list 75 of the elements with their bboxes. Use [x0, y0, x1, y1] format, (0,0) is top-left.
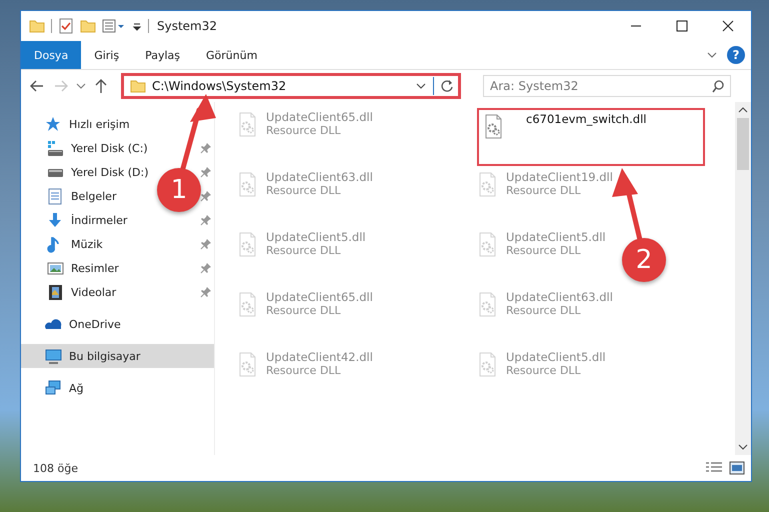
file-gears-icon [239, 112, 256, 137]
checklist-icon[interactable] [58, 18, 74, 34]
file-type: Resource DLL [506, 364, 582, 377]
file-name: UpdateClient5.dll [506, 230, 606, 244]
file-gears-icon [479, 232, 496, 257]
sidebar-item[interactable]: İndirmeler [47, 208, 134, 232]
pin-icon[interactable] [200, 238, 212, 250]
scrollbar-thumb[interactable] [737, 118, 749, 170]
file-name: UpdateClient42.dll [266, 350, 373, 364]
item-count: 108 öğe [33, 462, 78, 474]
file-gears-icon [479, 352, 496, 377]
sidebar-item[interactable]: Bu bilgisayar [21, 344, 214, 368]
ribbon-tab[interactable]: Görünüm [193, 41, 270, 69]
document-icon [47, 188, 64, 204]
file-type: Resource DLL [266, 304, 342, 317]
file-name: UpdateClient65.dll [266, 290, 373, 304]
picture-icon [47, 260, 64, 276]
file-item[interactable]: c6701evm_switch.dll [477, 108, 705, 166]
pin-icon[interactable] [200, 286, 212, 298]
pin-icon[interactable] [200, 262, 212, 274]
file-name: UpdateClient19.dll [506, 170, 613, 184]
properties-icon[interactable] [102, 18, 126, 34]
file-name: UpdateClient65.dll [266, 110, 373, 124]
file-name: c6701evm_switch.dll [526, 112, 646, 126]
sidebar-item[interactable]: Hızlı erişim [45, 112, 136, 136]
scroll-up-icon[interactable] [738, 106, 748, 114]
sidebar-item[interactable]: Resimler [47, 256, 125, 280]
file-name: UpdateClient63.dll [266, 170, 373, 184]
drive-icon [47, 140, 64, 156]
file-name: UpdateClient5.dll [506, 350, 606, 364]
ribbon-tab[interactable]: Dosya [21, 41, 82, 69]
file-gears-icon [239, 172, 256, 197]
sidebar-item[interactable]: Belgeler [47, 184, 122, 208]
file-gears-icon [479, 172, 496, 197]
down-arrow-icon [47, 212, 64, 228]
ribbon-tab[interactable]: Paylaş [132, 41, 193, 69]
sidebar-item[interactable]: Müzik [47, 232, 109, 256]
search-field[interactable]: Ara: System32 [483, 75, 731, 97]
file-name: UpdateClient63.dll [506, 290, 613, 304]
monitor-icon [45, 348, 62, 364]
file-type: Resource DLL [506, 304, 582, 317]
pin-icon[interactable] [200, 190, 212, 202]
pin-icon[interactable] [200, 142, 212, 154]
sidebar-item[interactable]: Yerel Disk (C:) [47, 136, 154, 160]
file-name: UpdateClient5.dll [266, 230, 366, 244]
pin-icon[interactable] [200, 214, 212, 226]
file-gears-icon [479, 292, 496, 317]
large-icons-view-icon[interactable] [729, 461, 745, 475]
refresh-icon[interactable] [440, 79, 454, 93]
file-type: Resource DLL [266, 184, 342, 197]
network-icon [45, 380, 62, 396]
search-icon[interactable] [711, 79, 725, 93]
file-type: Resource DLL [506, 244, 582, 257]
file-gears-icon [239, 292, 256, 317]
film-icon [47, 284, 64, 300]
scrollbar[interactable] [735, 102, 751, 455]
file-type: Resource DLL [506, 184, 582, 197]
sidebar-item[interactable]: Yerel Disk (D:) [47, 160, 155, 184]
folder-icon [130, 78, 146, 94]
help-button[interactable]: ? [727, 46, 745, 64]
ribbon-tab[interactable]: Giriş [81, 41, 132, 69]
sidebar-item[interactable]: Videolar [47, 280, 122, 304]
file-gears-icon [239, 352, 256, 377]
sidebar-item[interactable]: OneDrive [45, 312, 127, 336]
sidebar-item[interactable]: Ağ [45, 376, 90, 400]
file-type: Resource DLL [266, 124, 342, 137]
file-type: Resource DLL [266, 244, 342, 257]
window-title: System32 [157, 19, 218, 33]
file-gears-icon [239, 232, 256, 257]
scroll-down-icon[interactable] [738, 443, 748, 451]
file-gears-icon [485, 114, 502, 139]
pin-icon[interactable] [200, 166, 212, 178]
address-field[interactable]: C:\Windows\System32 [121, 73, 461, 99]
star-icon [45, 116, 62, 132]
file-type: Resource DLL [266, 364, 342, 377]
